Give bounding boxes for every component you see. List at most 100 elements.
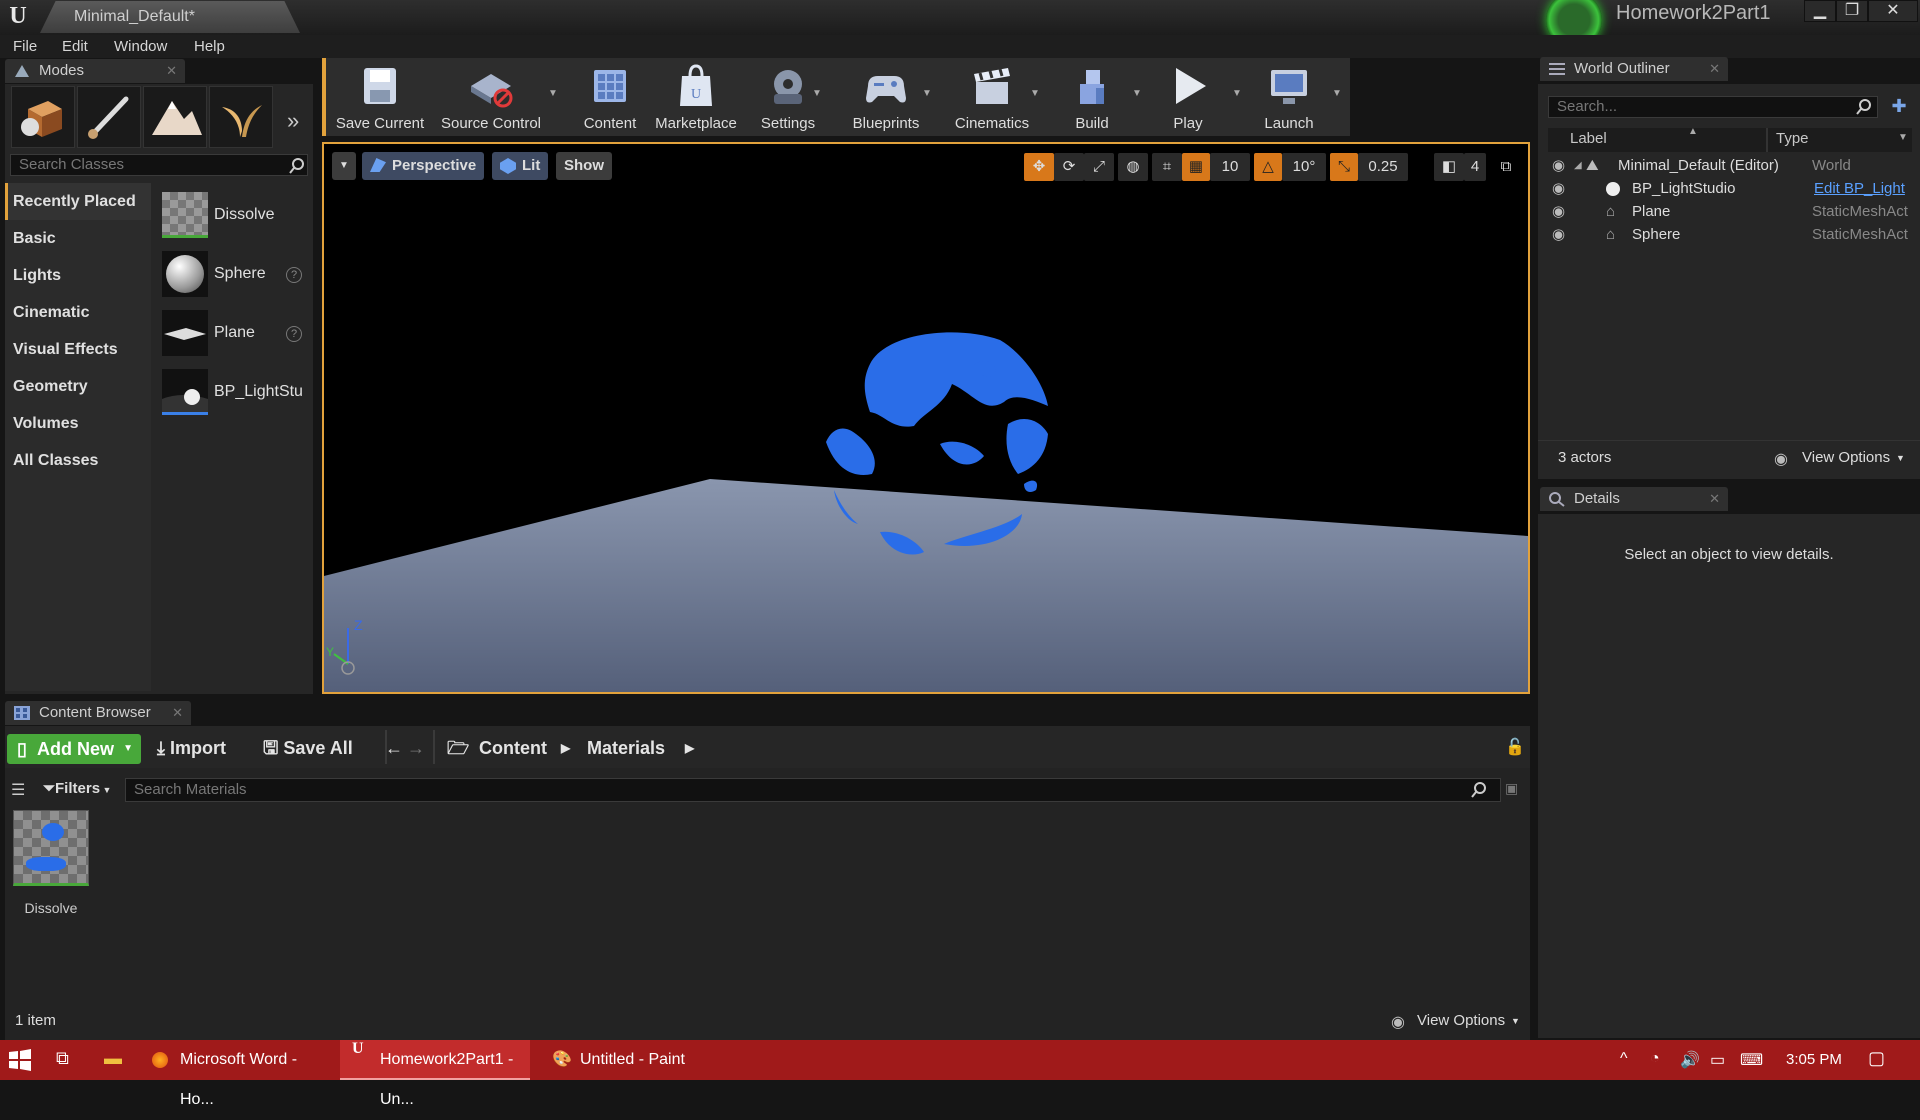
category-basic[interactable]: Basic <box>5 220 151 257</box>
cinematics-button[interactable]: Cinematics <box>944 58 1040 136</box>
search-classes-input[interactable]: Search Classes <box>10 154 308 176</box>
add-new-button[interactable]: ▯ Add New ▼ <box>7 734 141 764</box>
save-search-icon[interactable]: ▣ <box>1505 780 1518 797</box>
marketplace-button[interactable]: U Marketplace <box>650 58 742 136</box>
breadcrumb-materials[interactable]: Materials <box>587 734 665 762</box>
rotation-snap-value[interactable]: 10° <box>1282 153 1326 181</box>
view-options-dropdown-icon[interactable]: ▼ <box>1896 453 1905 463</box>
tab-world-outliner[interactable]: World Outliner ✕ <box>1540 57 1728 81</box>
outliner-row[interactable]: ◉ BP_LightStudio Edit BP_Light <box>1538 177 1920 200</box>
column-type[interactable]: Type <box>1776 130 1809 147</box>
category-volumes[interactable]: Volumes <box>5 405 151 442</box>
document-tab[interactable]: Minimal_Default* <box>40 1 300 33</box>
landscape-mode-button[interactable] <box>143 86 207 148</box>
wifi-icon[interactable]: ◔ <box>1650 1050 1660 1068</box>
menu-edit[interactable]: Edit <box>62 38 88 55</box>
notifications-icon[interactable]: ▢ <box>1868 1048 1885 1069</box>
import-button[interactable]: ⤓ Import <box>157 734 226 762</box>
help-icon[interactable]: ? <box>286 326 302 342</box>
launch-button[interactable]: Launch <box>1246 58 1332 136</box>
taskbar-app-unreal[interactable]: U Homework2Part1 - Un... <box>340 1040 530 1108</box>
place-item-dissolve[interactable]: Dissolve <box>162 192 312 242</box>
level-viewport[interactable]: Z Y ▼ Perspective Lit Show ✥ ⟳ ⤢ ◍ ⌗ ▦ 1… <box>322 142 1530 694</box>
minimize-button[interactable]: ▁ <box>1804 0 1836 22</box>
play-dropdown-icon[interactable]: ▼ <box>1232 88 1242 99</box>
clock[interactable]: 3:05 PM <box>1786 1051 1842 1068</box>
lit-button[interactable]: Lit <box>492 152 549 180</box>
taskbar-app-paint[interactable]: 🎨 Untitled - Paint <box>540 1040 730 1080</box>
category-visual-effects[interactable]: Visual Effects <box>5 331 151 368</box>
save-current-button[interactable]: Save Current <box>330 58 430 136</box>
taskbar-app-word[interactable]: Microsoft Word - Ho... <box>140 1040 330 1108</box>
visibility-eye-icon[interactable]: ◉ <box>1552 154 1565 177</box>
battery-icon[interactable]: ▭ <box>1710 1050 1725 1070</box>
menu-window[interactable]: Window <box>114 38 167 55</box>
place-mode-button[interactable] <box>11 86 75 148</box>
search-materials-input[interactable]: Search Materials <box>125 778 1501 802</box>
task-view-icon[interactable]: ⧉ <box>56 1048 69 1069</box>
close-button[interactable]: ✕ <box>1868 0 1918 22</box>
category-cinematic[interactable]: Cinematic <box>5 294 151 331</box>
volume-icon[interactable]: 🔊 <box>1680 1050 1700 1070</box>
rotation-snap-icon[interactable]: △ <box>1254 153 1282 181</box>
help-icon[interactable]: ? <box>286 267 302 283</box>
file-explorer-icon[interactable]: ▬ <box>104 1048 122 1069</box>
source-control-button[interactable]: Source Control <box>436 58 546 136</box>
menu-help[interactable]: Help <box>194 38 225 55</box>
place-item-sphere[interactable]: Sphere ? <box>162 251 312 301</box>
launch-dropdown-icon[interactable]: ▼ <box>1332 88 1342 99</box>
build-button[interactable]: Build <box>1050 58 1134 136</box>
close-icon[interactable]: ✕ <box>1709 57 1720 81</box>
view-options-dropdown-icon[interactable]: ▼ <box>1511 1016 1520 1026</box>
show-hidden-icons-icon[interactable]: ^ <box>1620 1050 1628 1068</box>
sources-panel-icon[interactable]: ☰ <box>11 780 25 800</box>
perspective-button[interactable]: Perspective <box>362 152 485 180</box>
keyboard-icon[interactable]: ⌨ <box>1740 1050 1763 1070</box>
source-control-dropdown-icon[interactable]: ▼ <box>548 88 558 99</box>
view-options-button[interactable]: View Options <box>1417 1012 1505 1029</box>
visibility-eye-icon[interactable]: ◉ <box>1552 200 1565 223</box>
grid-snap-icon[interactable]: ▦ <box>1182 153 1210 181</box>
rotate-mode-icon[interactable]: ⟳ <box>1054 153 1084 181</box>
outliner-row[interactable]: ◉ ⌂ Sphere StaticMeshAct <box>1538 223 1920 246</box>
maximize-viewport-icon[interactable]: ⧉ <box>1494 153 1518 181</box>
column-label[interactable]: Label <box>1570 130 1607 147</box>
close-icon[interactable]: ✕ <box>166 59 177 83</box>
breadcrumb-separator-icon[interactable]: ▶ <box>561 734 570 762</box>
visibility-eye-icon[interactable]: ◉ <box>1552 223 1565 246</box>
close-icon[interactable]: ✕ <box>172 701 183 725</box>
scale-mode-icon[interactable]: ⤢ <box>1084 153 1114 181</box>
add-filter-icon[interactable]: ✚ <box>1888 96 1910 118</box>
world-space-icon[interactable]: ◍ <box>1118 153 1148 181</box>
show-button[interactable]: Show <box>556 152 612 180</box>
filters-button[interactable]: ⏷Filters ▼ <box>43 780 111 797</box>
tab-details[interactable]: Details ✕ <box>1540 487 1728 511</box>
lock-icon[interactable]: 🔓 <box>1505 734 1525 762</box>
content-button[interactable]: Content <box>570 58 650 136</box>
category-recently-placed[interactable]: Recently Placed <box>5 183 151 220</box>
save-all-button[interactable]: 🖫 Save All <box>263 734 353 762</box>
translate-mode-icon[interactable]: ✥ <box>1024 153 1054 181</box>
edit-blueprint-link[interactable]: Edit BP_Light <box>1814 177 1905 200</box>
camera-speed-icon[interactable]: ◧ <box>1434 153 1464 181</box>
category-all-classes[interactable]: All Classes <box>5 442 151 479</box>
scale-snap-value[interactable]: 0.25 <box>1358 153 1408 181</box>
blueprints-button[interactable]: Blueprints <box>840 58 932 136</box>
scale-snap-icon[interactable]: ⤡ <box>1330 153 1358 181</box>
view-options-button[interactable]: View Options <box>1802 449 1890 466</box>
close-icon[interactable]: ✕ <box>1709 487 1720 511</box>
more-modes-icon[interactable]: » <box>287 108 299 134</box>
expand-arrow-icon[interactable]: ◢ <box>1574 154 1582 177</box>
foliage-mode-button[interactable] <box>209 86 273 148</box>
camera-speed-value[interactable]: 4 <box>1464 153 1486 181</box>
tab-content-browser[interactable]: Content Browser ✕ <box>5 701 191 725</box>
grid-snap-value[interactable]: 10 <box>1210 153 1250 181</box>
breadcrumb-content[interactable]: Content <box>479 734 547 762</box>
paint-mode-button[interactable] <box>77 86 141 148</box>
forward-arrow-icon[interactable]: → <box>407 734 425 762</box>
restore-button[interactable]: ❐ <box>1836 0 1868 22</box>
category-geometry[interactable]: Geometry <box>5 368 151 405</box>
settings-dropdown-icon[interactable]: ▼ <box>812 88 822 99</box>
outliner-row[interactable]: ◉ ⌂ Plane StaticMeshAct <box>1538 200 1920 223</box>
category-lights[interactable]: Lights <box>5 257 151 294</box>
